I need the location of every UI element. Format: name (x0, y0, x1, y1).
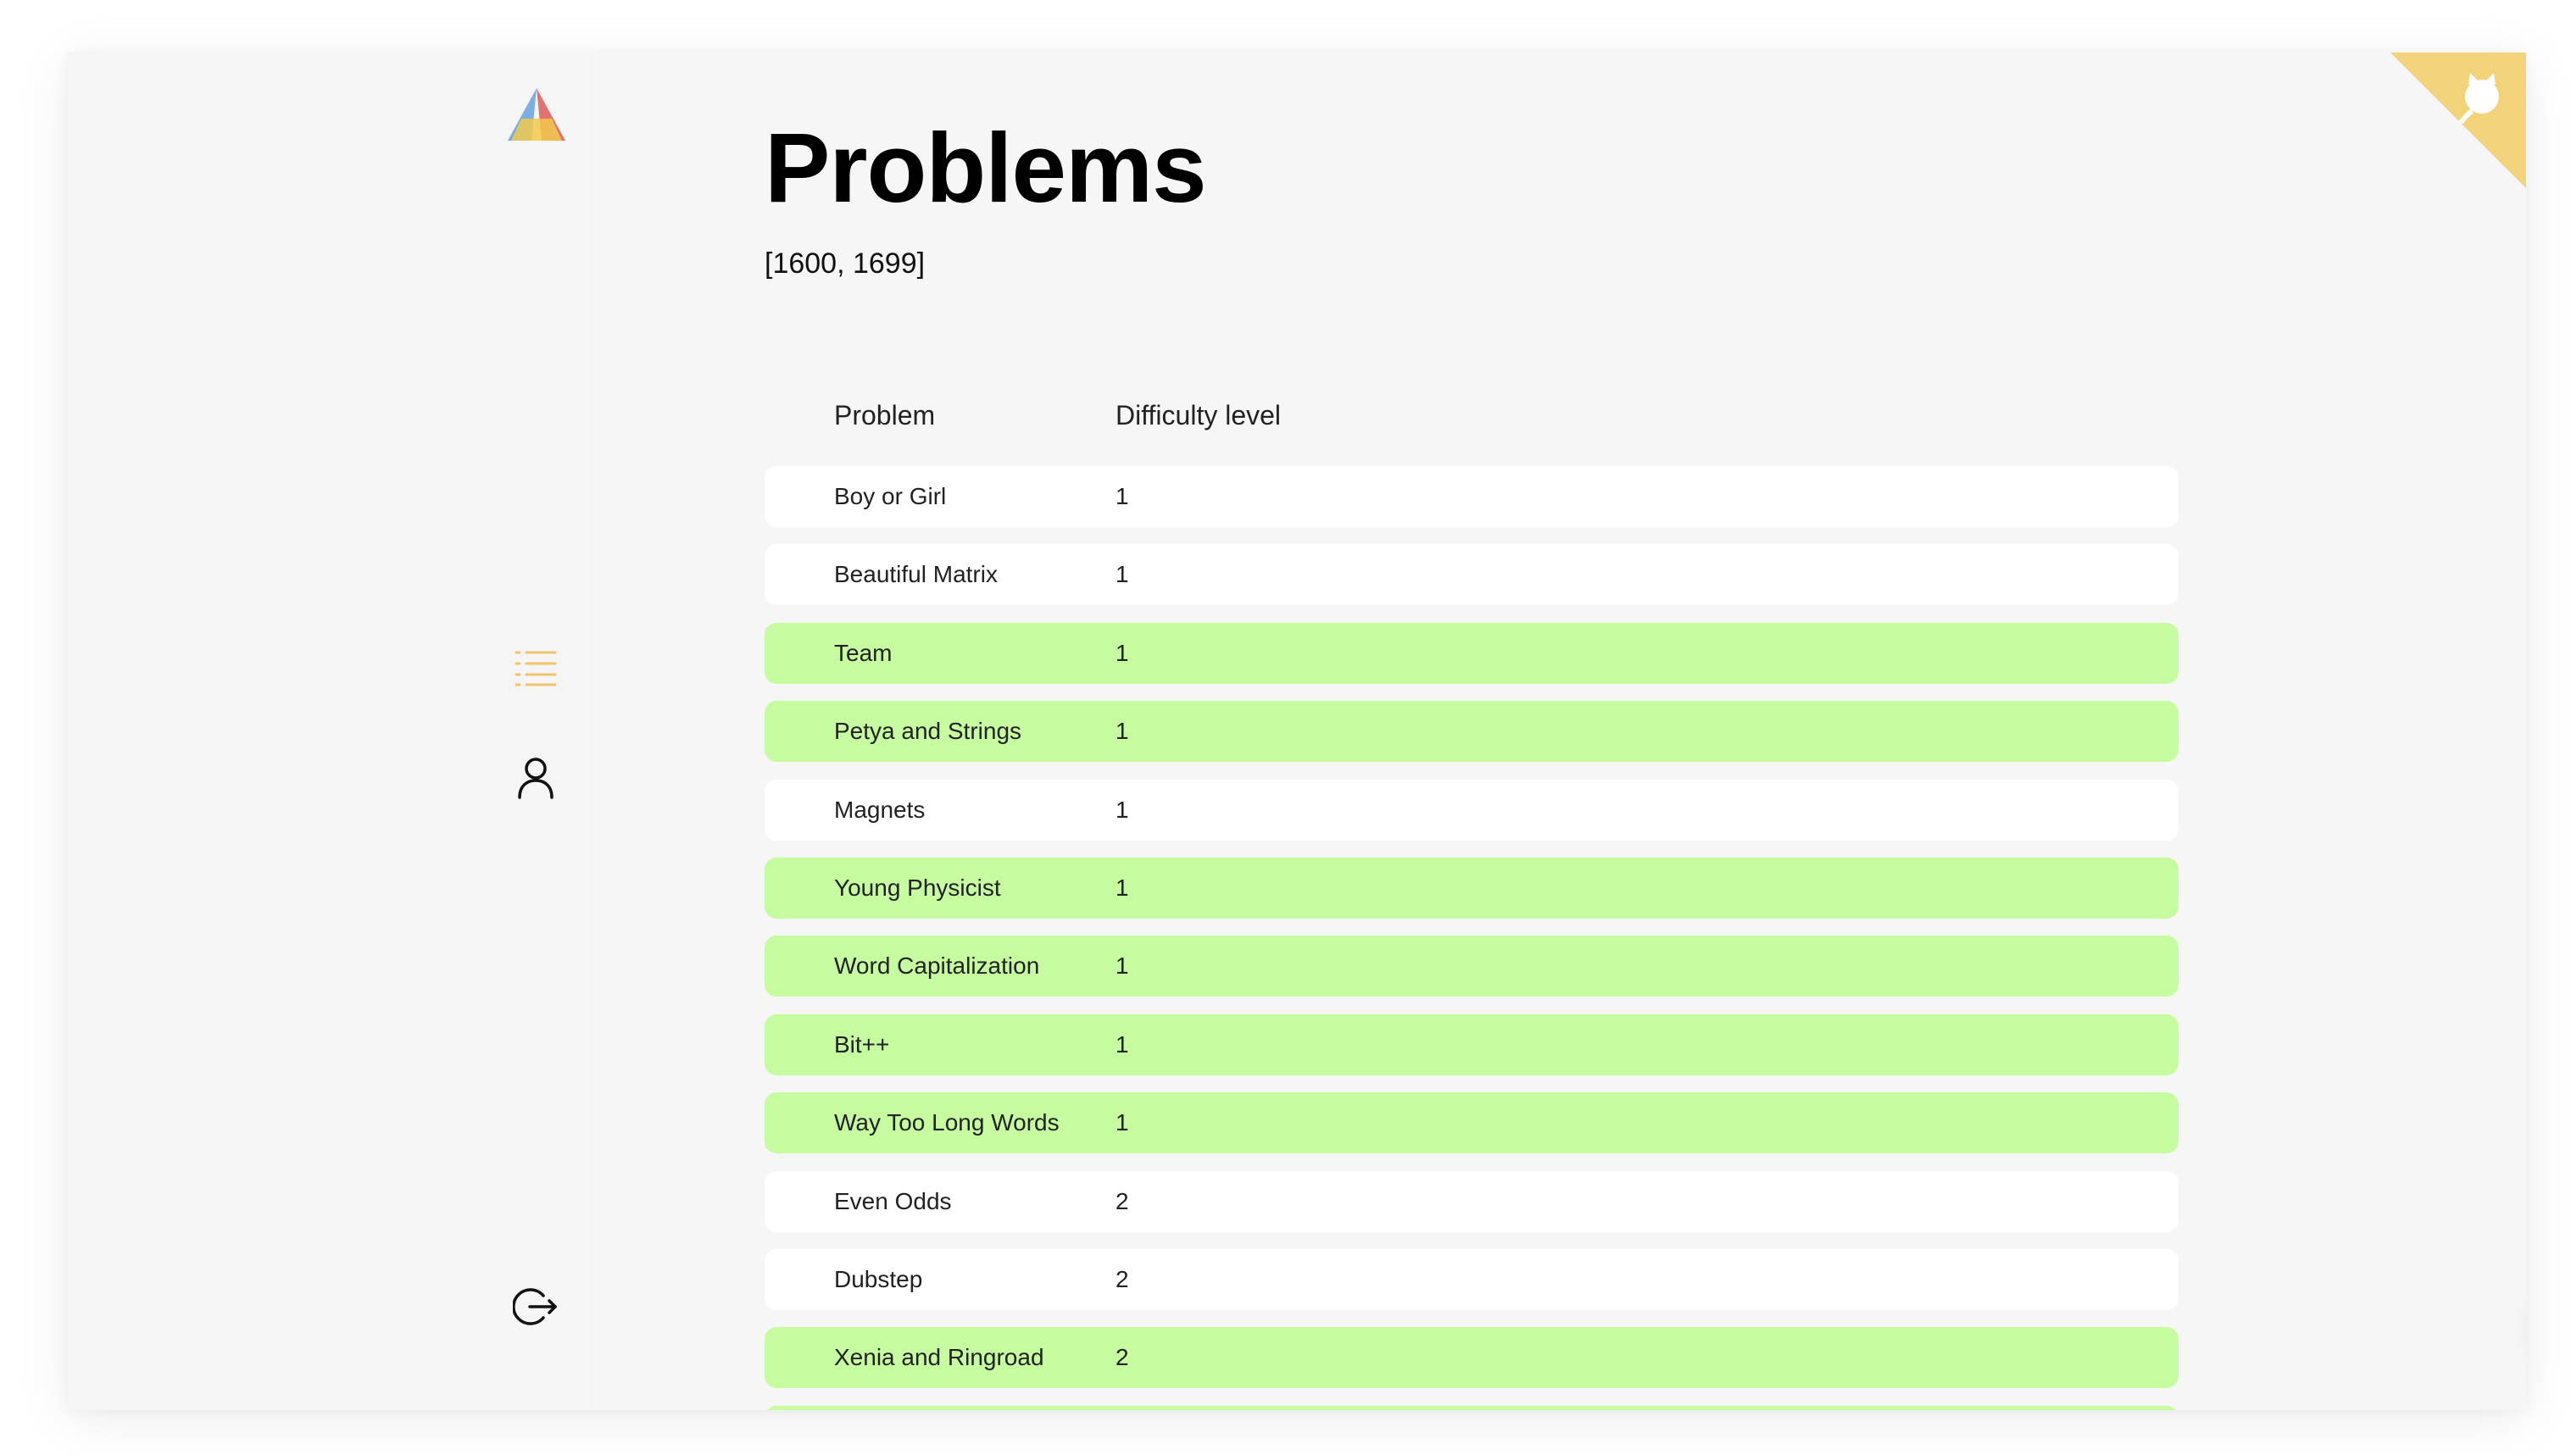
difficulty-level: 1 (1116, 561, 1129, 588)
table-header: Problem Difficulty level (765, 390, 2178, 441)
app-logo-icon[interactable] (504, 85, 569, 146)
difficulty-level: 1 (1116, 1030, 1129, 1058)
difficulty-level: 1 (1116, 874, 1129, 901)
problem-name: Way Too Long Words (834, 1109, 1060, 1136)
logout-icon[interactable] (512, 1283, 559, 1330)
difficulty-level: 1 (1116, 639, 1129, 666)
table-row[interactable]: Even Odds 2 (765, 1170, 2178, 1232)
list-icon[interactable] (512, 644, 559, 691)
difficulty-level: 1 (1116, 1109, 1129, 1136)
column-header-problem: Problem (834, 400, 936, 430)
problem-name: Beautiful Matrix (834, 561, 998, 588)
difficulty-level: 2 (1116, 1187, 1129, 1214)
column-header-difficulty: Difficulty level (1116, 400, 1282, 430)
table-row[interactable]: Xenia and Ringroad 2 (765, 1327, 2178, 1389)
table-row[interactable]: Petya and Strings 1 (765, 701, 2178, 763)
page-title: Problems (765, 113, 1207, 223)
problem-name: Word Capitalization (834, 952, 1040, 980)
problem-name: Dubstep (834, 1265, 923, 1292)
github-corner-link[interactable] (2390, 53, 2526, 188)
table-row[interactable]: Football2 (765, 1405, 2178, 1410)
problem-name: Boy or Girl (834, 483, 947, 509)
problem-name: Team (834, 639, 893, 666)
table-row[interactable]: Word Capitalization 1 (765, 936, 2178, 997)
problem-name: Magnets (834, 796, 926, 823)
difficulty-level: 2 (1116, 1344, 1129, 1371)
difficulty-level: 1 (1116, 718, 1129, 745)
problem-list: Boy or Girl 1 Beautiful Matrix 1 Team 1 Petya … (765, 466, 2178, 1410)
difficulty-level: 2 (1116, 1265, 1129, 1292)
problem-name: Young Physicist (834, 874, 1001, 901)
table-row[interactable]: Bit++ 1 (765, 1014, 2178, 1075)
table-row[interactable]: Way Too Long Words 1 (765, 1092, 2178, 1154)
problem-name: Petya and Strings (834, 718, 1022, 745)
table-row[interactable]: Dubstep 2 (765, 1248, 2178, 1310)
main-content: Problems [1600, 1699] Problem Difficulty… (593, 53, 2526, 1410)
table-row[interactable]: Young Physicist 1 (765, 857, 2178, 919)
app-window: Problems [1600, 1699] Problem Difficulty… (68, 53, 2526, 1410)
sidebar (68, 53, 593, 1410)
user-icon[interactable] (512, 754, 559, 802)
table-row[interactable]: Beautiful Matrix 1 (765, 544, 2178, 606)
problem-name: Xenia and Ringroad (834, 1344, 1044, 1371)
difficulty-level: 1 (1116, 483, 1129, 509)
table-row[interactable]: Boy or Girl 1 (765, 466, 2178, 527)
difficulty-level: 1 (1116, 952, 1129, 980)
table-row[interactable]: Team 1 (765, 622, 2178, 684)
problem-name: Bit++ (834, 1030, 890, 1058)
table-row[interactable]: Magnets 1 (765, 779, 2178, 841)
problem-name: Even Odds (834, 1187, 952, 1214)
difficulty-level: 1 (1116, 796, 1129, 823)
rating-range: [1600, 1699] (765, 247, 926, 280)
